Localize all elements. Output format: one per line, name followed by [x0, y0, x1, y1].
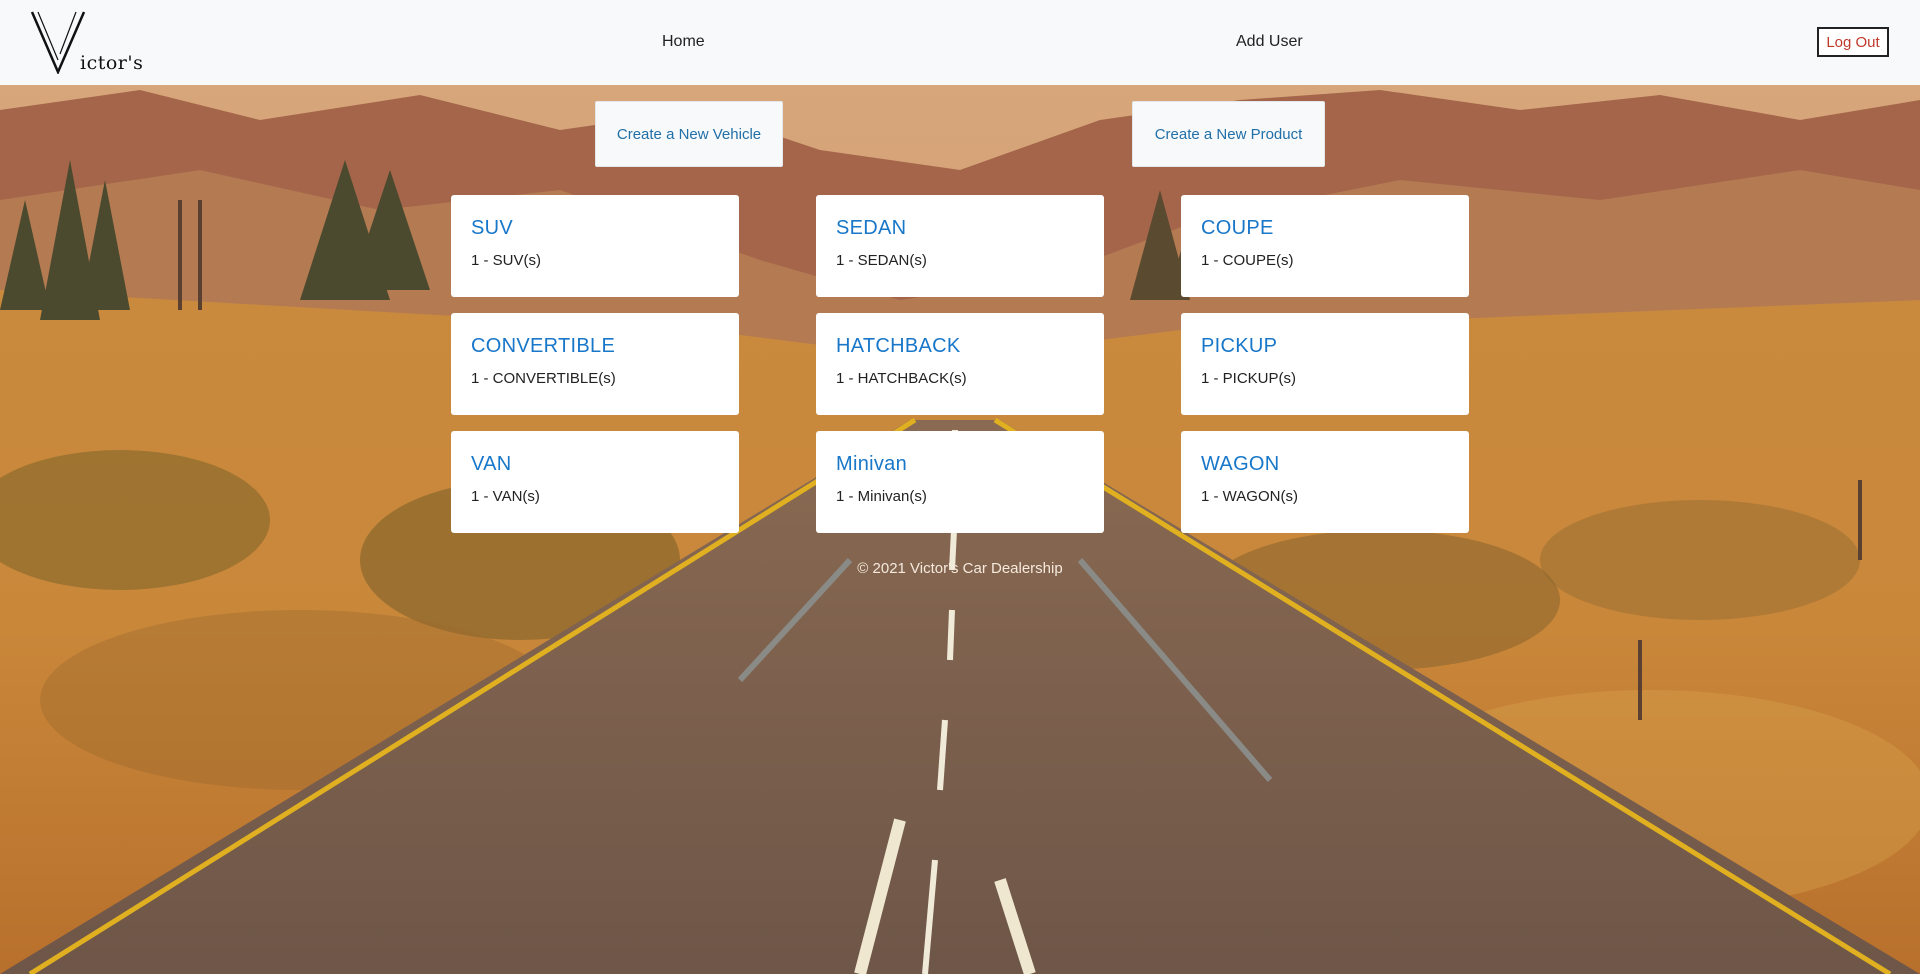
category-card-pickup[interactable]: PICKUP 1 - PICKUP(s) [1181, 313, 1469, 415]
create-vehicle-button[interactable]: Create a New Vehicle [595, 101, 783, 167]
category-title: CONVERTIBLE [471, 335, 616, 357]
category-count: 1 - COUPE(s) [1201, 252, 1294, 269]
category-title: HATCHBACK [836, 335, 961, 357]
category-count: 1 - Minivan(s) [836, 488, 927, 505]
brand-name: ictor's [80, 52, 144, 74]
navbar: ictor's Home Add User Log Out [0, 0, 1920, 85]
category-count: 1 - SEDAN(s) [836, 252, 927, 269]
logout-button[interactable]: Log Out [1817, 27, 1889, 57]
category-card-wagon[interactable]: WAGON 1 - WAGON(s) [1181, 431, 1469, 533]
brand-logo[interactable]: ictor's [30, 10, 143, 74]
category-title: COUPE [1201, 217, 1274, 239]
category-card-sedan[interactable]: SEDAN 1 - SEDAN(s) [816, 195, 1104, 297]
category-title: VAN [471, 453, 512, 475]
category-count: 1 - PICKUP(s) [1201, 370, 1297, 387]
category-card-van[interactable]: VAN 1 - VAN(s) [451, 431, 739, 533]
category-title: SEDAN [836, 217, 907, 239]
nav-add-user-link[interactable]: Add User [1236, 33, 1303, 51]
category-card-minivan[interactable]: Minivan 1 - Minivan(s) [816, 431, 1104, 533]
category-title: SUV [471, 217, 514, 239]
logo-v-mark [30, 11, 86, 74]
category-count: 1 - HATCHBACK(s) [836, 370, 967, 387]
category-card-convertible[interactable]: CONVERTIBLE 1 - CONVERTIBLE(s) [451, 313, 739, 415]
nav-home-link[interactable]: Home [662, 33, 705, 51]
category-count: 1 - SUV(s) [471, 252, 542, 269]
footer-copyright: © 2021 Victor's Car Dealership [857, 560, 1063, 577]
category-title: WAGON [1201, 453, 1280, 475]
category-title: PICKUP [1201, 335, 1278, 357]
category-count: 1 - WAGON(s) [1201, 488, 1298, 505]
category-title: Minivan [836, 453, 908, 475]
category-count: 1 - VAN(s) [471, 488, 540, 505]
category-card-suv[interactable]: SUV 1 - SUV(s) [451, 195, 739, 297]
category-card-coupe[interactable]: COUPE 1 - COUPE(s) [1181, 195, 1469, 297]
category-count: 1 - CONVERTIBLE(s) [471, 370, 616, 387]
category-card-hatchback[interactable]: HATCHBACK 1 - HATCHBACK(s) [816, 313, 1104, 415]
create-product-button[interactable]: Create a New Product [1132, 101, 1325, 167]
